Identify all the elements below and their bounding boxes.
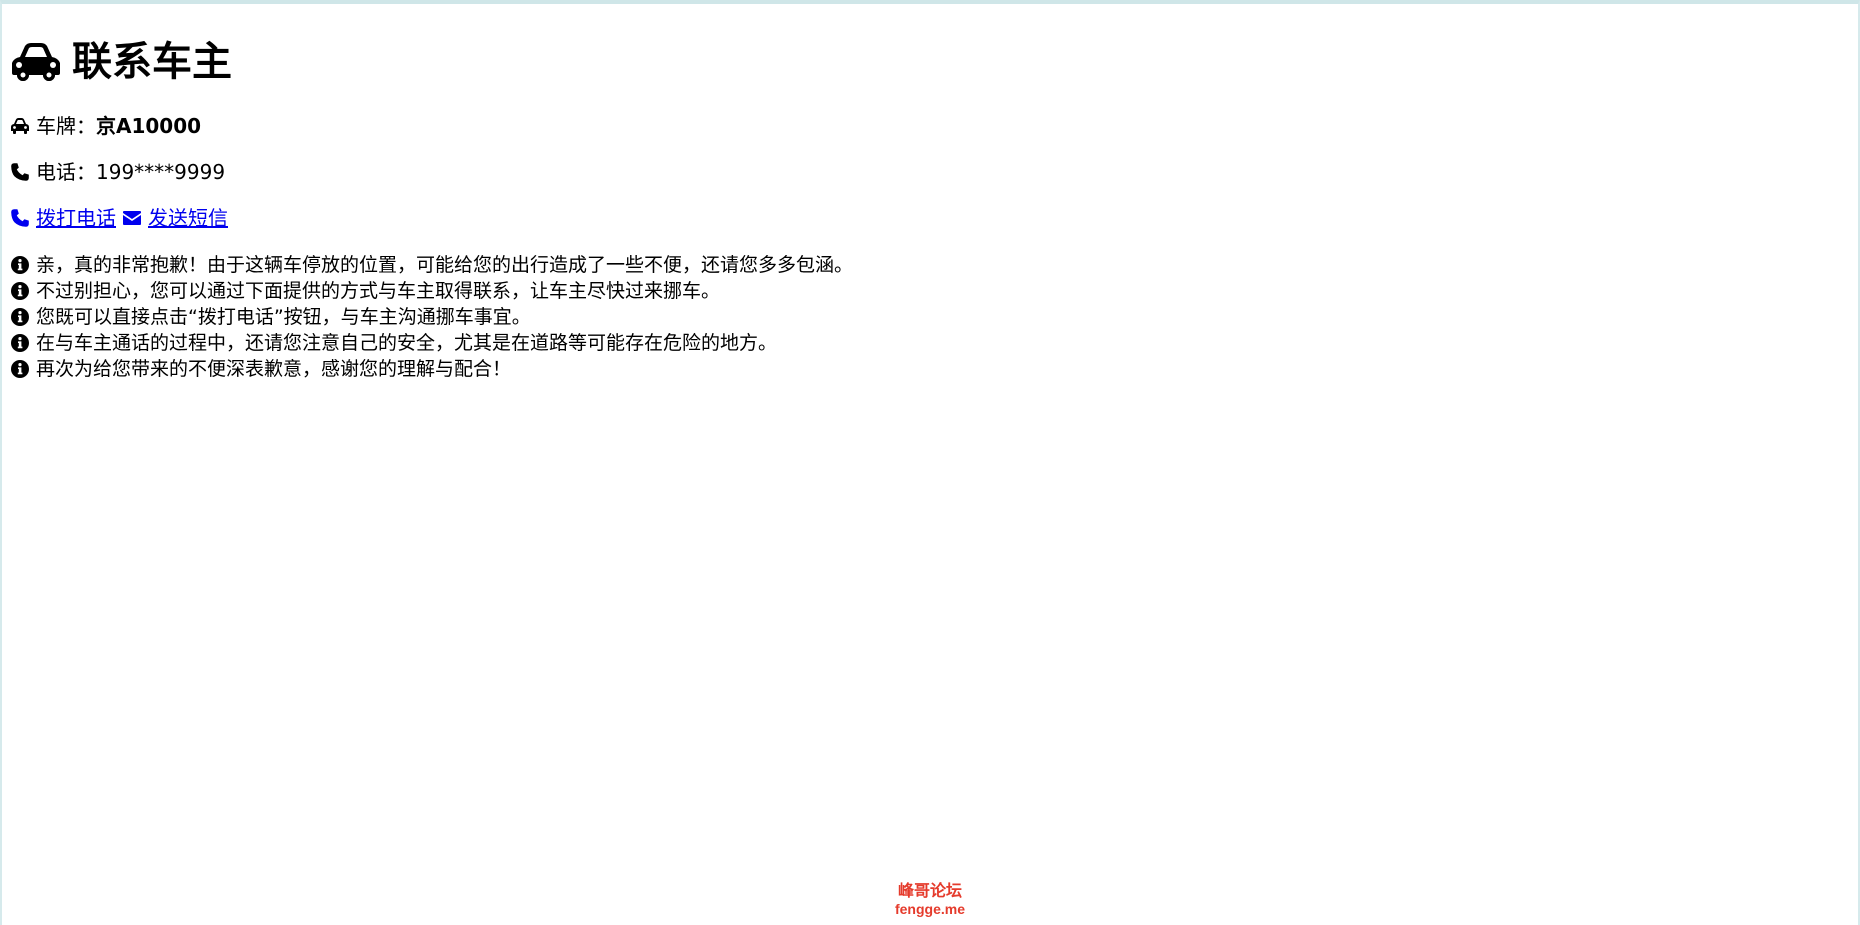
sms-link[interactable]: 发送短信 <box>122 206 228 230</box>
phone-number: 199****9999 <box>96 160 226 184</box>
phone-label: 电话： <box>36 160 96 184</box>
call-link[interactable]: 拨打电话 <box>10 206 116 230</box>
notice-item: 亲，真的非常抱歉！由于这辆车停放的位置，可能给您的出行造成了一些不便，还请您多多… <box>10 252 1850 278</box>
info-circle-icon <box>11 256 29 274</box>
notice-item: 在与车主通话的过程中，还请您注意自己的安全，尤其是在道路等可能存在危险的地方。 <box>10 330 1850 356</box>
notice-text: 再次为给您带来的不便深表歉意，感谢您的理解与配合！ <box>36 358 512 380</box>
action-links: 拨打电话 发送短信 <box>10 206 1850 230</box>
plate-label: 车牌： <box>36 114 96 138</box>
notice-item: 您既可以直接点击“拨打电话”按钮，与车主沟通挪车事宜。 <box>10 304 1850 330</box>
phone-icon <box>11 163 29 181</box>
info-circle-icon <box>11 360 29 378</box>
phone-row: 电话： 199****9999 <box>10 160 1850 184</box>
info-circle-icon <box>11 282 29 300</box>
notice-item: 再次为给您带来的不便深表歉意，感谢您的理解与配合！ <box>10 356 1850 382</box>
notice-list: 亲，真的非常抱歉！由于这辆车停放的位置，可能给您的出行造成了一些不便，还请您多多… <box>10 252 1850 382</box>
phone-icon <box>11 209 29 227</box>
footer-brand-name: 峰哥论坛 <box>897 883 962 900</box>
plate-row: 车牌： 京A10000 <box>10 114 1850 138</box>
page-title: 联系车主 <box>10 32 1850 92</box>
car-icon <box>11 118 29 134</box>
main-content: 联系车主 车牌： 京A10000 电话： 199****9999 拨打电话 发送… <box>10 32 1850 382</box>
sms-link-label: 发送短信 <box>148 206 228 230</box>
notice-item: 不过别担心，您可以通过下面提供的方式与车主取得联系，让车主尽快过来挪车。 <box>10 278 1850 304</box>
notice-text: 在与车主通话的过程中，还请您注意自己的安全，尤其是在道路等可能存在危险的地方。 <box>36 332 778 354</box>
contact-owner-page: { "title": "联系车主", "plate": { "label": "… <box>0 0 1860 925</box>
notice-text: 不过别担心，您可以通过下面提供的方式与车主取得联系，让车主尽快过来挪车。 <box>36 280 721 302</box>
page-title-text: 联系车主 <box>72 39 232 85</box>
notice-text: 亲，真的非常抱歉！由于这辆车停放的位置，可能给您的出行造成了一些不便，还请您多多… <box>36 254 854 276</box>
notice-text: 您既可以直接点击“拨打电话”按钮，与车主沟通挪车事宜。 <box>36 306 531 328</box>
call-link-label: 拨打电话 <box>36 206 116 230</box>
envelope-icon <box>123 211 141 225</box>
footer-brand-domain: fengge.me <box>894 901 965 917</box>
plate-number: 京A10000 <box>96 114 202 138</box>
info-circle-icon <box>11 334 29 352</box>
footer-watermark: 峰哥论坛 fengge.me <box>2 883 1858 917</box>
info-circle-icon <box>11 308 29 326</box>
car-icon <box>12 43 60 81</box>
